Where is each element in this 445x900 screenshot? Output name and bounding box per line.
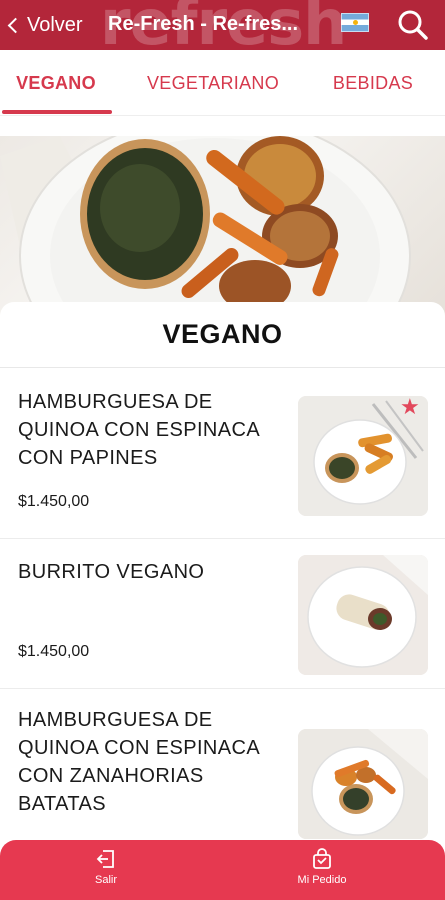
app-header: refresh Volver Re-Fresh - Re-fres... [0,0,445,50]
back-label: Volver [27,13,83,36]
menu-item[interactable]: BURRITO VEGANO $1.450,00 [0,539,445,689]
category-tabs: VEGANO VEGETARIANO BEBIDAS [0,50,445,116]
category-hero-image [0,136,445,316]
shopping-bag-icon [313,848,331,869]
star-icon[interactable]: ★ [400,396,420,418]
bottom-nav: Salir Mi Pedido [0,840,445,900]
category-title: VEGANO [162,319,283,349]
menu-item[interactable]: HAMBURGUESA DE QUINOA CON ESPINACA CON P… [0,369,445,539]
item-price: $1.450,00 [18,493,90,510]
item-thumbnail [298,555,428,675]
menu-item[interactable]: HAMBURGUESA DE QUINOA CON ESPINACA CON Z… [0,689,445,849]
tab-bebidas[interactable]: BEBIDAS [318,50,428,116]
chevron-left-icon [7,17,24,34]
item-price: $1.450,00 [18,643,90,660]
item-name: BURRITO VEGANO [18,561,205,583]
search-icon [398,10,428,40]
my-order-label: Mi Pedido [297,874,347,886]
exit-button[interactable]: Salir [56,848,156,896]
category-heading: VEGANO [0,302,445,368]
item-name: HAMBURGUESA DE QUINOA CON ESPINACA CON P… [18,391,259,469]
argentina-flag-icon[interactable] [341,13,369,32]
my-order-button[interactable]: Mi Pedido [272,848,372,896]
tab-vegano[interactable]: VEGANO [0,50,112,116]
search-button[interactable] [396,8,430,42]
back-button[interactable]: Volver [7,12,83,38]
page-title: Re-Fresh - Re-fres... [108,13,299,35]
item-name: HAMBURGUESA DE QUINOA CON ESPINACA CON Z… [18,709,259,815]
exit-label: Salir [94,874,117,886]
active-tab-indicator [2,110,112,114]
item-thumbnail [298,729,428,839]
exit-icon [96,850,114,868]
tab-vegetariano[interactable]: VEGETARIANO [134,50,292,116]
